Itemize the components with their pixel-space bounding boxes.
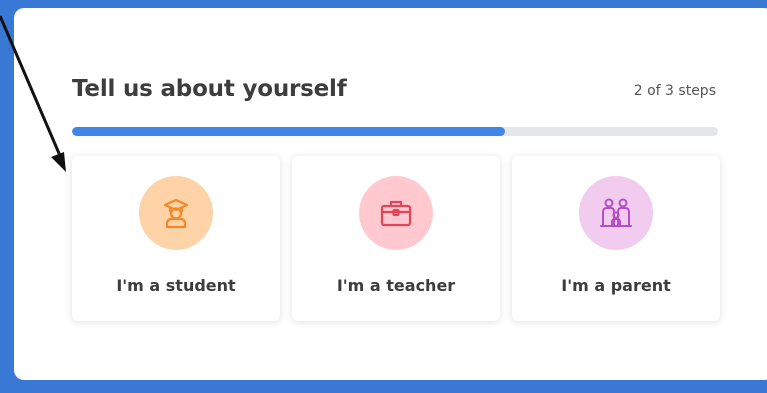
student-label: I'm a student (116, 276, 236, 295)
page-title: Tell us about yourself (72, 76, 347, 102)
teacher-label: I'm a teacher (336, 276, 456, 295)
parent-label: I'm a parent (561, 276, 671, 295)
onboarding-card: Tell us about yourself 2 of 3 steps I'm … (14, 8, 767, 380)
role-options: I'm a student I'm a teacher I'm a parent (72, 156, 720, 321)
progress-bar (72, 127, 718, 136)
progress-fill (72, 127, 505, 136)
teacher-option[interactable]: I'm a teacher (292, 156, 500, 321)
student-option[interactable]: I'm a student (72, 156, 280, 321)
briefcase-icon (359, 176, 433, 250)
parent-option[interactable]: I'm a parent (512, 156, 720, 321)
graduate-icon (139, 176, 213, 250)
family-icon (579, 176, 653, 250)
step-counter: 2 of 3 steps (633, 83, 716, 99)
